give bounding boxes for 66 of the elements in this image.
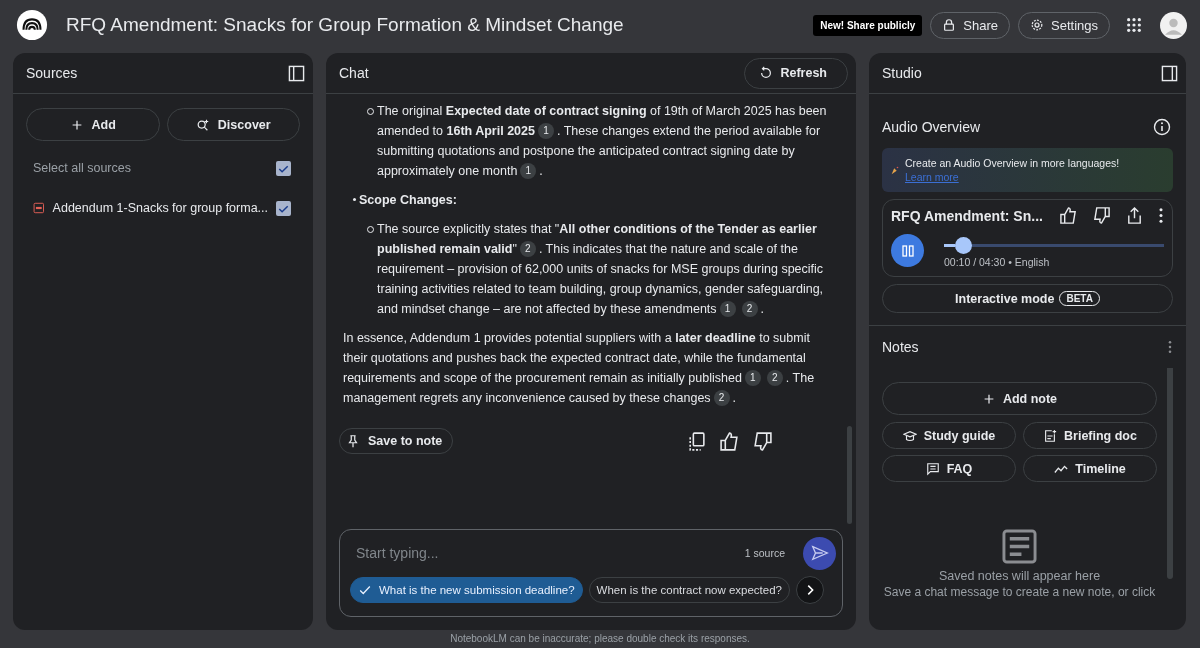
pin-icon	[346, 434, 360, 448]
more-icon[interactable]	[1158, 206, 1164, 225]
apps-grid-icon[interactable]	[1126, 17, 1142, 33]
chat-list-icon	[925, 461, 940, 476]
source-checkbox[interactable]	[276, 200, 291, 216]
select-all-checkbox[interactable]	[276, 160, 291, 176]
promo-badge[interactable]: New! Share publicly	[813, 14, 923, 36]
audio-meta: 00:10 / 04:30 • English	[944, 256, 1051, 268]
source-name[interactable]: Addendum 1-Snacks for group forma...	[52, 201, 268, 215]
panel-title: Chat	[339, 65, 369, 81]
party-popper-icon	[890, 165, 900, 175]
logo-icon[interactable]	[16, 9, 48, 41]
info-icon[interactable]	[1153, 118, 1171, 136]
citation-chip[interactable]: 1	[520, 163, 537, 179]
disclaimer-text: NotebookLM can be inaccurate; please double check its responses.	[449, 633, 751, 644]
thumbs-up-icon[interactable]	[719, 430, 740, 452]
response-text: The source explicitly states that "All other conditions of the Tender as earlier published remain valid" 2 . This indicates that the nature and scale of the requirement – provision of 62,000 units of snacks for MSE groups during specific training activities related to team building, group dynamics, gender safeguarding, and mindset change – are not affected by these amendments 1 2 .	[377, 221, 825, 319]
thumbs-down-icon[interactable]	[1092, 206, 1111, 225]
document-icon	[1043, 428, 1058, 443]
refresh-icon	[759, 66, 774, 80]
settings-icon	[1030, 18, 1044, 32]
graduation-cap-icon	[902, 428, 917, 443]
slider-thumb[interactable]	[955, 237, 972, 254]
select-all-label: Select all sources	[33, 161, 131, 175]
copy-icon[interactable]	[686, 430, 707, 452]
send-button[interactable]	[803, 536, 836, 570]
citation-chip[interactable]: 1	[719, 301, 736, 317]
panel-title: Studio	[882, 65, 922, 81]
notebook-title[interactable]: RFQ Amendment: Snacks for Group Formation & Mindset Change	[66, 14, 624, 36]
banner-text: Create an Audio Overview in more languages! Learn more	[905, 156, 1121, 184]
thumbs-up-icon[interactable]	[1059, 206, 1078, 225]
send-icon	[810, 544, 829, 562]
citation-chip[interactable]: 2	[519, 241, 536, 257]
check-icon	[358, 583, 372, 597]
response-text: In essence, Addendum 1 provides potential suppliers with a later deadline to submit their quotations and pushes back the expected contract date, while the fundamental requirements and scope of the procurement remain as initially published 1 2 . The management regrets any inconvenience caused by these changes 2 .	[343, 330, 816, 408]
avatar-icon[interactable]	[1160, 11, 1187, 39]
next-button[interactable]	[796, 576, 824, 604]
scrollbar[interactable]	[847, 426, 852, 524]
citation-chip[interactable]: 2	[766, 370, 783, 386]
panel-title: Sources	[26, 65, 78, 81]
pause-button[interactable]	[891, 234, 924, 267]
scrollbar[interactable]	[1167, 368, 1173, 579]
section-title: Notes	[882, 339, 919, 355]
citation-chip[interactable]: 2	[741, 301, 758, 317]
pdf-file-icon	[33, 200, 45, 216]
audio-title: RFQ Amendment: Sn...	[891, 207, 1044, 224]
pause-icon	[900, 243, 915, 258]
section-title: Audio Overview	[882, 119, 981, 135]
response-text: Scope Changes:	[359, 192, 457, 209]
thumbs-down-icon[interactable]	[752, 430, 773, 452]
search-sparkle-icon	[195, 117, 210, 132]
citation-chip[interactable]: 1	[744, 370, 761, 386]
bullet-icon	[353, 198, 356, 201]
suggestion-chip[interactable]: What is the new submission deadline?	[350, 577, 583, 603]
empty-state-text: Save a chat message to create a new note, or click	[883, 585, 1156, 599]
panel-toggle-icon[interactable]	[288, 64, 305, 82]
chat-input-field[interactable]: Start typing...	[350, 541, 737, 565]
source-count: 1 source	[744, 547, 785, 559]
share-icon[interactable]	[1125, 206, 1144, 225]
lock-icon	[942, 18, 957, 32]
response-text: The original Expected date of contract signing of 19th of March 2025 has been amended to 16th April 2025 1 . These changes extend the period available for submitting quotations and postpone the anticipated contract signing date by approximately one month 1 .	[377, 103, 828, 181]
citation-chip[interactable]: 1	[537, 123, 554, 139]
empty-state-title: Saved notes will appear here	[938, 569, 1101, 583]
citation-chip[interactable]: 2	[713, 390, 730, 406]
panel-toggle-icon[interactable]	[1161, 64, 1178, 82]
note-icon	[1002, 529, 1037, 564]
